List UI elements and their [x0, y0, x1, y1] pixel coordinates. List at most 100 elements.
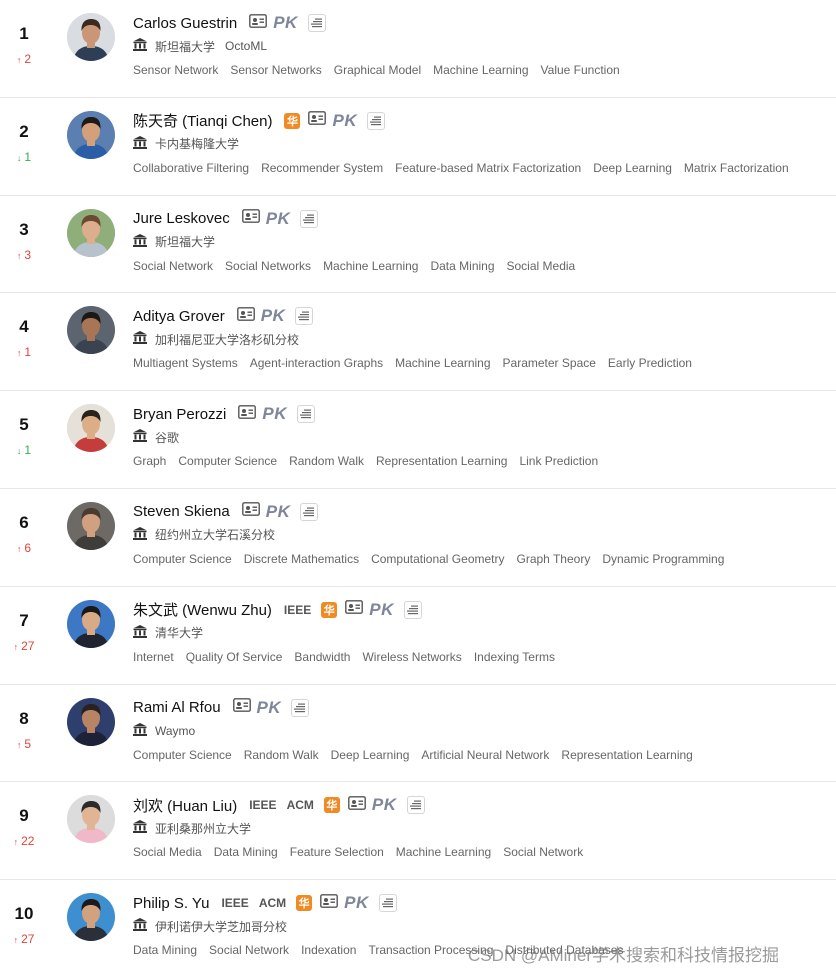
id-card-icon[interactable] — [345, 600, 364, 619]
keyword[interactable]: Indexation — [301, 943, 356, 957]
keyword[interactable]: Parameter Space — [503, 356, 596, 370]
list-icon[interactable] — [406, 796, 425, 815]
pk-button[interactable]: PK — [273, 13, 298, 33]
keyword[interactable]: Agent-interaction Graphs — [250, 356, 383, 370]
list-icon[interactable] — [307, 14, 326, 32]
keyword[interactable]: Collaborative Filtering — [133, 161, 249, 175]
keyword[interactable]: Social Network — [503, 845, 583, 859]
keyword[interactable]: Dynamic Programming — [602, 552, 724, 566]
scholar-row[interactable]: 9 ↑ 22 刘欢 (Huan Liu) IEEE ACM 华 PK 亚利桑那州立大学 Socia… — [0, 782, 836, 881]
keyword[interactable]: Representation Learning — [561, 748, 692, 762]
avatar[interactable] — [67, 110, 115, 159]
pk-button[interactable]: PK — [266, 209, 291, 229]
keyword[interactable]: Early Prediction — [608, 356, 692, 370]
keyword[interactable]: Data Mining — [214, 845, 278, 859]
scholar-row[interactable]: 5 ↓ 1 Bryan Perozzi PK 谷歌 Graph Computer Scienc… — [0, 391, 836, 489]
keyword[interactable]: Representation Learning — [376, 454, 507, 468]
avatar[interactable] — [67, 501, 115, 550]
scholar-name[interactable]: Steven Skiena — [133, 503, 230, 520]
list-icon[interactable] — [403, 600, 422, 619]
id-card-icon[interactable] — [320, 893, 339, 913]
keyword[interactable]: Bandwidth — [294, 650, 350, 664]
keyword[interactable]: Sensor Network — [133, 63, 218, 77]
scholar-row[interactable]: 3 ↑ 3 Jure Leskovec PK 斯坦福大学 Social Network Soc… — [0, 196, 836, 294]
keyword[interactable]: Computer Science — [133, 748, 232, 762]
id-card-icon[interactable] — [249, 13, 268, 33]
institution[interactable]: 伊利诺伊大学芝加哥分校 — [155, 918, 287, 935]
keyword[interactable]: Social Media — [507, 259, 576, 273]
scholar-name[interactable]: Aditya Grover — [133, 308, 225, 325]
keyword[interactable]: Social Media — [133, 845, 202, 859]
keyword[interactable]: Random Walk — [289, 454, 364, 468]
scholar-row[interactable]: 8 ↑ 5 Rami Al Rfou PK Waymo Computer Science Ra… — [0, 685, 836, 783]
keyword[interactable]: Multiagent Systems — [133, 356, 238, 370]
scholar-name[interactable]: Philip S. Yu — [133, 895, 209, 912]
list-icon[interactable] — [367, 111, 386, 130]
list-icon[interactable] — [291, 698, 310, 717]
pk-button[interactable]: PK — [372, 795, 397, 815]
keyword[interactable]: Machine Learning — [323, 259, 418, 273]
scholar-name[interactable]: 刘欢 (Huan Liu) — [133, 795, 237, 816]
scholar-row[interactable]: 2 ↓ 1 陈天奇 (Tianqi Chen) 华 PK 卡内基梅隆大学 Collaborat… — [0, 98, 836, 196]
keyword[interactable]: Graph Theory — [517, 552, 591, 566]
keyword[interactable]: Link Prediction — [519, 454, 598, 468]
id-card-icon[interactable] — [308, 111, 327, 130]
keyword[interactable]: Computational Geometry — [371, 552, 504, 566]
scholar-row[interactable]: 7 ↑ 27 朱文武 (Wenwu Zhu) IEEE 华 PK 清华大学 Internet Qu… — [0, 587, 836, 685]
scholar-name[interactable]: 陈天奇 (Tianqi Chen) — [133, 110, 272, 131]
institution[interactable]: OctoML — [225, 39, 267, 53]
keyword[interactable]: Machine Learning — [395, 356, 490, 370]
keyword[interactable]: Data Mining — [430, 259, 494, 273]
keyword[interactable]: Recommender System — [261, 161, 383, 175]
keyword[interactable]: Quality Of Service — [186, 650, 283, 664]
institution[interactable]: 纽约州立大学石溪分校 — [155, 526, 275, 543]
scholar-row[interactable]: 1 ↑ 2 Carlos Guestrin PK 斯坦福大学 OctoML Sensor Ne… — [0, 0, 836, 98]
pk-button[interactable]: PK — [266, 502, 291, 522]
keyword[interactable]: Graphical Model — [334, 63, 421, 77]
id-card-icon[interactable] — [241, 209, 260, 228]
pk-button[interactable]: PK — [369, 600, 394, 620]
list-icon[interactable] — [300, 502, 319, 521]
pk-button[interactable]: PK — [262, 404, 287, 424]
avatar[interactable] — [67, 599, 115, 648]
institution[interactable]: 谷歌 — [155, 429, 179, 446]
avatar[interactable] — [67, 795, 115, 844]
id-card-icon[interactable] — [238, 404, 257, 424]
keyword[interactable]: Computer Science — [133, 552, 232, 566]
keyword[interactable]: Deep Learning — [593, 161, 672, 175]
keyword[interactable]: Artificial Neural Network — [421, 748, 549, 762]
keyword[interactable]: Machine Learning — [396, 845, 491, 859]
pk-button[interactable]: PK — [332, 111, 357, 131]
scholar-name[interactable]: 朱文武 (Wenwu Zhu) — [133, 599, 272, 620]
pk-button[interactable]: PK — [261, 306, 286, 326]
id-card-icon[interactable] — [241, 502, 260, 521]
keyword[interactable]: Machine Learning — [433, 63, 528, 77]
id-card-icon[interactable] — [347, 795, 366, 815]
keyword[interactable]: Value Function — [541, 63, 620, 77]
avatar[interactable] — [67, 208, 115, 257]
pk-button[interactable]: PK — [257, 698, 282, 718]
keyword[interactable]: Data Mining — [133, 943, 197, 957]
institution[interactable]: 加利福尼亚大学洛杉矶分校 — [155, 331, 299, 348]
institution[interactable]: 斯坦福大学 — [155, 233, 215, 250]
keyword[interactable]: Internet — [133, 650, 174, 664]
avatar[interactable] — [67, 697, 115, 746]
id-card-icon[interactable] — [232, 698, 251, 717]
institution[interactable]: 卡内基梅隆大学 — [155, 135, 239, 152]
keyword[interactable]: Feature-based Matrix Factorization — [395, 161, 581, 175]
list-icon[interactable] — [300, 209, 319, 228]
avatar[interactable] — [67, 13, 115, 61]
pk-button[interactable]: PK — [344, 893, 369, 913]
keyword[interactable]: Social Networks — [225, 259, 311, 273]
keyword[interactable]: Feature Selection — [290, 845, 384, 859]
id-card-icon[interactable] — [236, 306, 255, 326]
institution[interactable]: Waymo — [155, 724, 195, 738]
keyword[interactable]: Social Network — [133, 259, 213, 273]
institution[interactable]: 清华大学 — [155, 624, 203, 641]
institution[interactable]: 亚利桑那州立大学 — [155, 820, 251, 837]
list-icon[interactable] — [297, 405, 315, 424]
keyword[interactable]: Computer Science — [178, 454, 277, 468]
scholar-name[interactable]: Carlos Guestrin — [133, 15, 237, 32]
keyword[interactable]: Matrix Factorization — [684, 161, 789, 175]
list-icon[interactable] — [295, 307, 314, 326]
